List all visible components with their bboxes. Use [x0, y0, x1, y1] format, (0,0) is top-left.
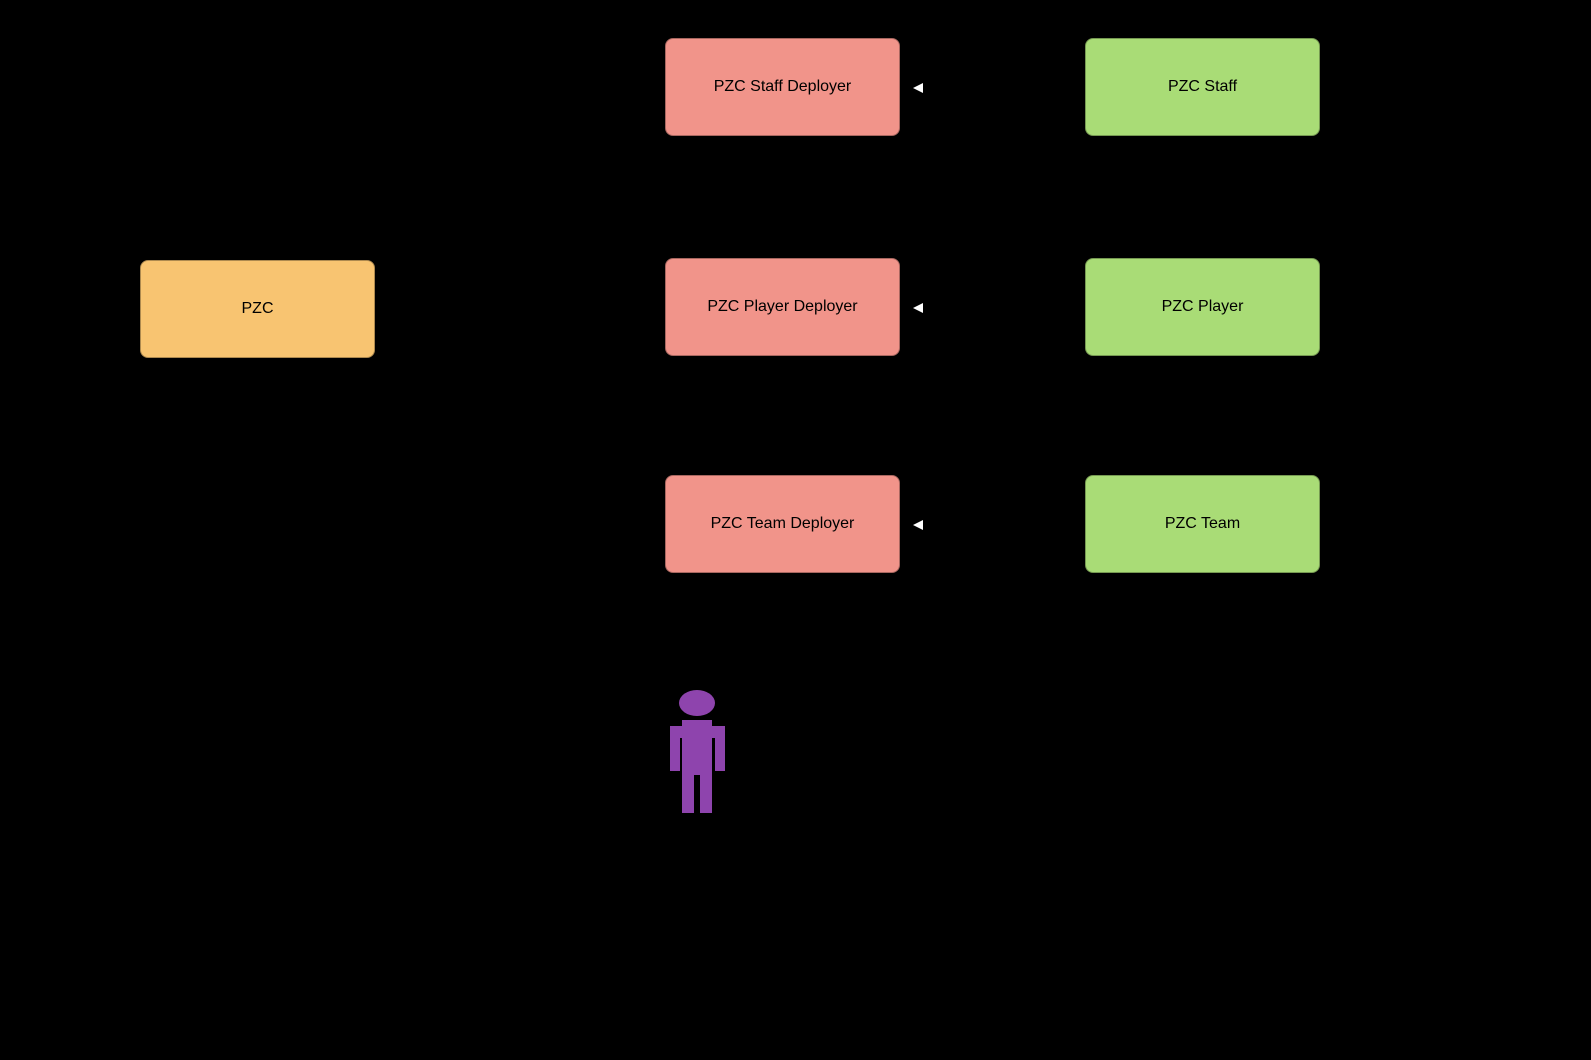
- arrow-team-to-deployer: [913, 520, 923, 530]
- node-pzc-label: PZC: [242, 300, 274, 318]
- node-staff-label: PZC Staff: [1168, 78, 1237, 96]
- node-player-label: PZC Player: [1162, 298, 1244, 316]
- node-team-label: PZC Team: [1165, 515, 1240, 533]
- node-player-deployer: PZC Player Deployer: [665, 258, 900, 356]
- node-staff: PZC Staff: [1085, 38, 1320, 136]
- node-pzc: PZC: [140, 260, 375, 358]
- arrow-staff-to-deployer: [913, 83, 923, 93]
- node-player: PZC Player: [1085, 258, 1320, 356]
- arrow-player-to-deployer: [913, 303, 923, 313]
- node-staff-deployer: PZC Staff Deployer: [665, 38, 900, 136]
- human-actor-icon: [665, 688, 730, 818]
- node-team-deployer-label: PZC Team Deployer: [711, 515, 855, 533]
- node-player-deployer-label: PZC Player Deployer: [707, 298, 857, 316]
- node-team-deployer: PZC Team Deployer: [665, 475, 900, 573]
- node-team: PZC Team: [1085, 475, 1320, 573]
- node-staff-deployer-label: PZC Staff Deployer: [714, 78, 852, 96]
